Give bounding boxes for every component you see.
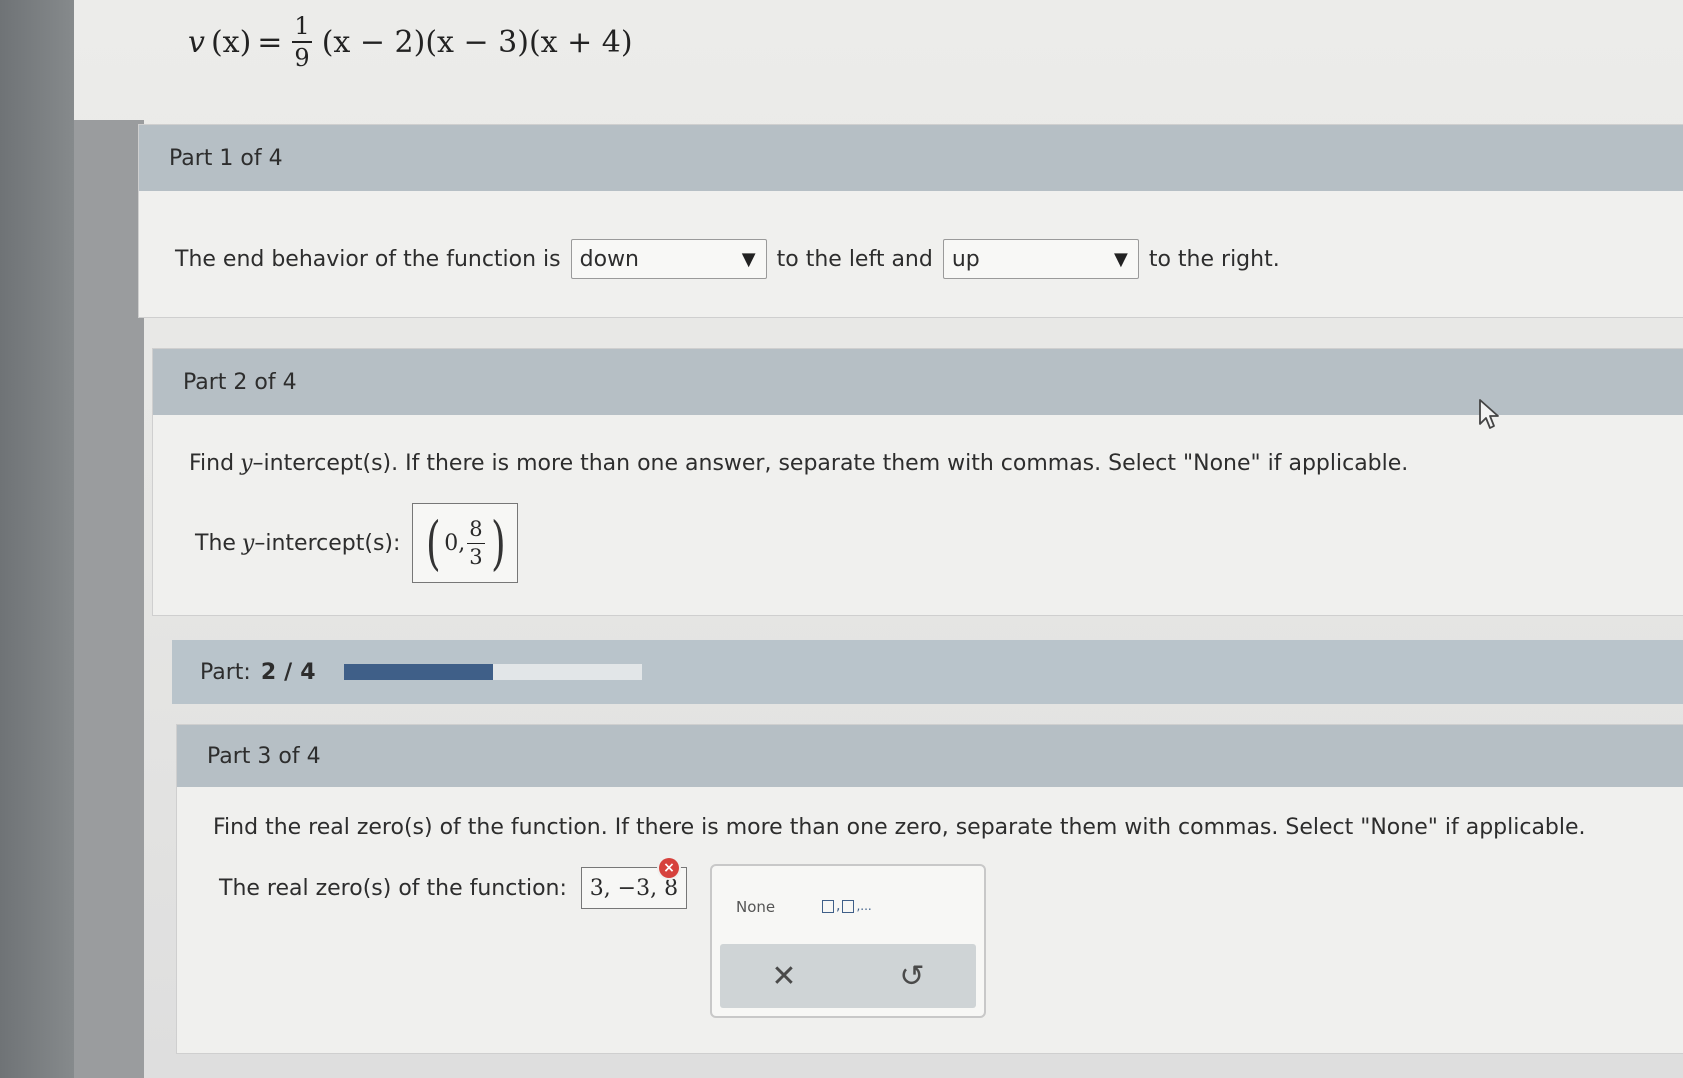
part-progress-bar: Part: 2 / 4 [172, 640, 1683, 704]
blank-box-icon [842, 899, 855, 913]
end-behavior-right-dropdown[interactable]: up ▼ [942, 239, 1139, 279]
label-variable: y [241, 530, 255, 556]
error-icon: × [659, 858, 679, 878]
progress-total: 4 [300, 659, 316, 685]
answer-palette: None , ,... ✕ ↺ [710, 864, 986, 1018]
y-intercept-x: 0, [444, 530, 466, 556]
error-mark: × [663, 860, 675, 876]
function-equation: v (x) = 1 9 (x − 2)(x − 3)(x + 4) [188, 14, 633, 70]
progress-track [343, 664, 642, 680]
equation-equals: = [257, 24, 283, 60]
part2-title: Part 2 of 4 [183, 369, 297, 395]
end-behavior-suffix: to the right. [1148, 246, 1280, 272]
zeros-instruction: Find the real zero(s) of the function. I… [213, 815, 1586, 840]
mouse-cursor-icon [1479, 399, 1499, 429]
zeros-answer-row: The real zero(s) of the function: 3, −3,… [219, 867, 687, 909]
ellipsis-text: ,... [856, 899, 872, 913]
part2-header: Part 2 of 4 [153, 349, 1683, 415]
equation-factors: (x − 2)(x − 3)(x + 4) [321, 24, 633, 60]
end-behavior-left-dropdown[interactable]: down ▼ [570, 239, 767, 279]
chevron-down-icon: ▼ [1114, 248, 1128, 270]
y-intercept-instruction: Find y –intercept(s). If there is more t… [189, 451, 1408, 476]
comma-list-button[interactable]: , ,... [822, 898, 872, 914]
y-intercept-numerator: 8 [469, 516, 483, 541]
end-behavior-middle: to the left and [776, 246, 933, 272]
zeros-instruction-text: Find the real zero(s) of the function. I… [213, 815, 1586, 840]
part2-panel: Part 2 of 4 Find y –intercept(s). If the… [152, 348, 1683, 616]
instruction-text: –intercept(s). If there is more than one… [252, 451, 1409, 476]
palette-actions: ✕ ↺ [720, 944, 976, 1008]
progress-current: 2 [260, 659, 277, 685]
part1-title: Part 1 of 4 [169, 145, 283, 171]
instruction-variable: y [240, 451, 253, 476]
fraction-denominator: 9 [292, 41, 312, 70]
y-intercept-denominator: 3 [467, 542, 485, 569]
progress-separator: / [284, 659, 293, 685]
clear-icon[interactable]: ✕ [754, 959, 814, 994]
right-paren: ) [490, 509, 506, 577]
progress-fill [343, 664, 493, 680]
y-intercept-label: –intercept(s): [254, 530, 401, 556]
part1-panel: Part 1 of 4 The end behavior of the func… [138, 124, 1683, 318]
label-the: The [195, 530, 236, 556]
equation-function-name: v [188, 24, 205, 60]
equation-fraction: 1 9 [292, 12, 312, 70]
progress-label: Part: [200, 659, 251, 685]
part3-title: Part 3 of 4 [207, 743, 321, 769]
y-intercept-answer-row: The y –intercept(s): ( 0, 8 3 ) [195, 503, 519, 583]
instruction-find: Find [189, 451, 235, 476]
end-behavior-prefix: The end behavior of the function is [175, 246, 561, 272]
right-dropdown-value: up [951, 246, 980, 272]
undo-icon[interactable]: ↺ [882, 959, 942, 994]
part1-header: Part 1 of 4 [139, 125, 1683, 191]
left-margin-strip [0, 0, 74, 1078]
end-behavior-sentence: The end behavior of the function is down… [175, 239, 1280, 279]
left-paren: ( [425, 509, 441, 577]
zeros-label: The real zero(s) of the function: [219, 875, 567, 901]
y-intercept-fraction: 8 3 [467, 516, 485, 569]
part1-body: The end behavior of the function is down… [139, 191, 1683, 317]
comma-separator: , [836, 898, 841, 914]
left-dropdown-value: down [579, 246, 640, 272]
chevron-down-icon: ▼ [741, 248, 756, 270]
fraction-numerator: 1 [294, 12, 310, 40]
blank-box-icon [822, 899, 834, 913]
equation-argument: (x) [210, 24, 252, 60]
y-intercept-answer-box[interactable]: ( 0, 8 3 ) [412, 503, 519, 583]
part3-header: Part 3 of 4 [177, 725, 1683, 787]
part2-body: Find y –intercept(s). If there is more t… [153, 415, 1683, 615]
none-button[interactable]: None [736, 898, 775, 916]
zeros-answer-value: 3, −3, 8 [589, 875, 679, 901]
side-margin [74, 120, 144, 1078]
